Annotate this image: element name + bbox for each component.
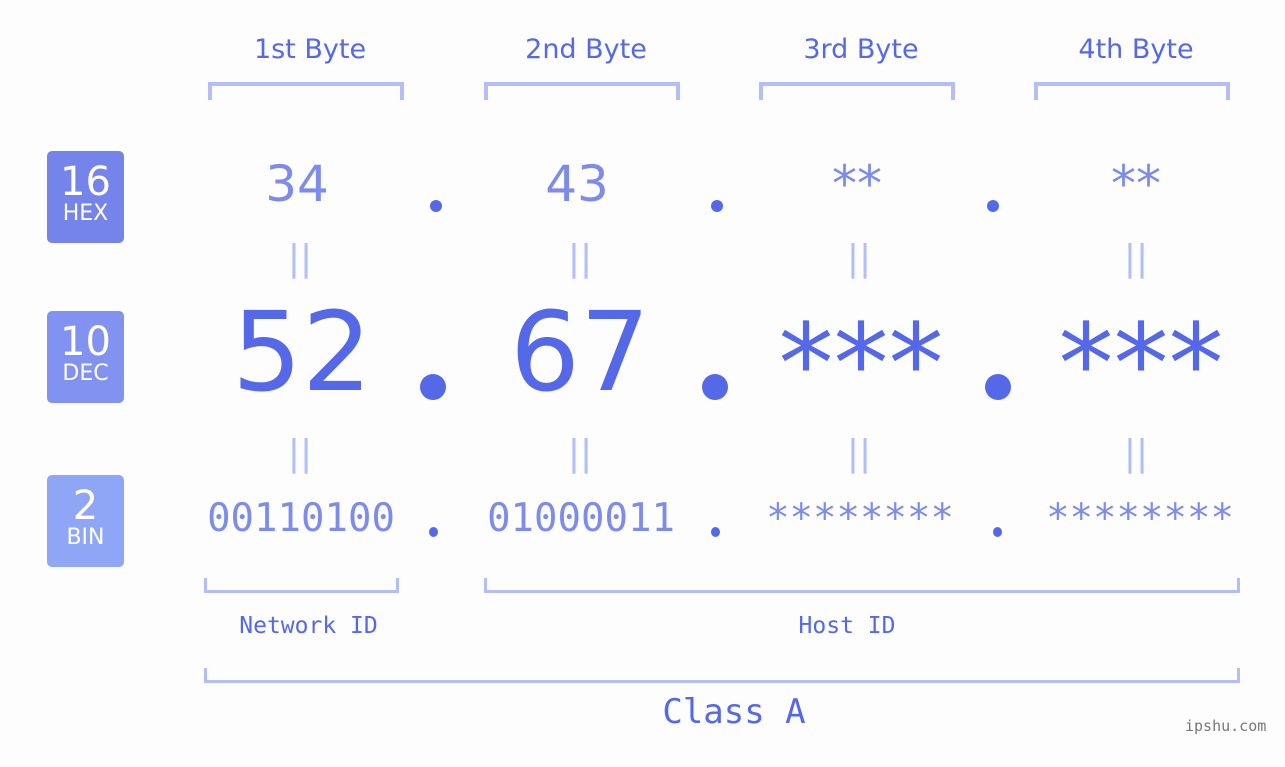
- dec-separator-dot: [985, 374, 1011, 400]
- network-id-bracket: [204, 578, 399, 593]
- bin-separator-dot: [993, 527, 1002, 537]
- byte-bracket-4: [1034, 82, 1230, 100]
- hex-value-2: 43: [545, 155, 609, 213]
- bin-value-1: 00110100: [207, 496, 395, 541]
- bin-separator-dot: [711, 527, 720, 537]
- equals-sign: ||: [1123, 238, 1149, 279]
- dec-value-1: 52: [232, 288, 372, 416]
- hex-value-4: **: [1111, 155, 1161, 213]
- bin-value-3: ********: [766, 496, 954, 541]
- byte-bracket-1: [208, 82, 404, 100]
- dec-value-4: ***: [1058, 300, 1224, 428]
- brand-watermark: ipshu.com: [1185, 717, 1267, 735]
- bin-separator-dot: [429, 527, 438, 537]
- equals-sign: ||: [287, 433, 313, 474]
- dec-badge-number: 10: [60, 319, 111, 365]
- byte-header-2: 2nd Byte: [525, 34, 647, 65]
- byte-bracket-2: [484, 82, 680, 100]
- bin-badge: 2 BIN: [47, 475, 124, 567]
- dec-separator-dot: [702, 374, 728, 400]
- class-bracket: [204, 668, 1240, 683]
- dec-value-3: ***: [778, 300, 944, 428]
- hex-separator-dot: [711, 200, 723, 212]
- dec-value-2: 67: [510, 288, 650, 416]
- hex-value-1: 34: [265, 155, 329, 213]
- byte-bracket-3: [759, 82, 955, 100]
- host-id-bracket: [484, 578, 1240, 593]
- equals-sign: ||: [567, 238, 593, 279]
- bin-value-2: 01000011: [487, 496, 675, 541]
- dec-badge: 10 DEC: [47, 311, 124, 403]
- hex-value-3: **: [832, 155, 882, 213]
- byte-header-1: 1st Byte: [253, 34, 367, 65]
- hex-separator-dot: [430, 200, 442, 212]
- equals-sign: ||: [287, 238, 313, 279]
- byte-header-4: 4th Byte: [1078, 34, 1194, 65]
- bin-badge-label: BIN: [66, 525, 105, 550]
- host-id-label: Host ID: [798, 613, 896, 639]
- dec-separator-dot: [420, 374, 446, 400]
- equals-sign: ||: [846, 238, 872, 279]
- equals-sign: ||: [846, 433, 872, 474]
- class-label: Class A: [662, 692, 806, 732]
- byte-header-3: 3rd Byte: [803, 34, 919, 65]
- hex-badge-label: HEX: [62, 201, 109, 226]
- dec-badge-label: DEC: [62, 361, 109, 386]
- hex-badge-number: 16: [60, 159, 111, 205]
- bin-badge-number: 2: [72, 483, 99, 529]
- hex-separator-dot: [987, 200, 999, 212]
- bin-value-4: ********: [1046, 496, 1234, 541]
- equals-sign: ||: [567, 433, 593, 474]
- equals-sign: ||: [1123, 433, 1149, 474]
- network-id-label: Network ID: [239, 613, 378, 639]
- hex-badge: 16 HEX: [47, 151, 124, 243]
